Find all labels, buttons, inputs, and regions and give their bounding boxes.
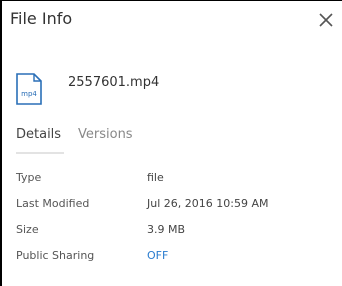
mp4-file-icon: mp4	[16, 73, 42, 105]
property-label: Last Modified	[16, 197, 90, 210]
close-icon[interactable]	[317, 11, 335, 29]
property-label: Size	[16, 223, 39, 236]
file-icon-text: mp4	[21, 90, 37, 98]
panel-title: File Info	[10, 9, 73, 28]
property-value: 3.9 MB	[147, 223, 186, 236]
tab-versions[interactable]: Versions	[78, 127, 133, 142]
property-value: file	[147, 171, 164, 184]
tab-details[interactable]: Details	[16, 127, 61, 142]
file-info-panel: File Info mp4 2557601.mp4 Details Versio…	[0, 0, 342, 286]
property-label: Public Sharing	[16, 249, 95, 262]
active-tab-indicator	[16, 152, 64, 154]
property-label: Type	[16, 171, 42, 184]
property-value: Jul 26, 2016 10:59 AM	[147, 197, 269, 210]
public-sharing-toggle[interactable]: OFF	[147, 249, 168, 262]
file-name: 2557601.mp4	[68, 75, 160, 90]
